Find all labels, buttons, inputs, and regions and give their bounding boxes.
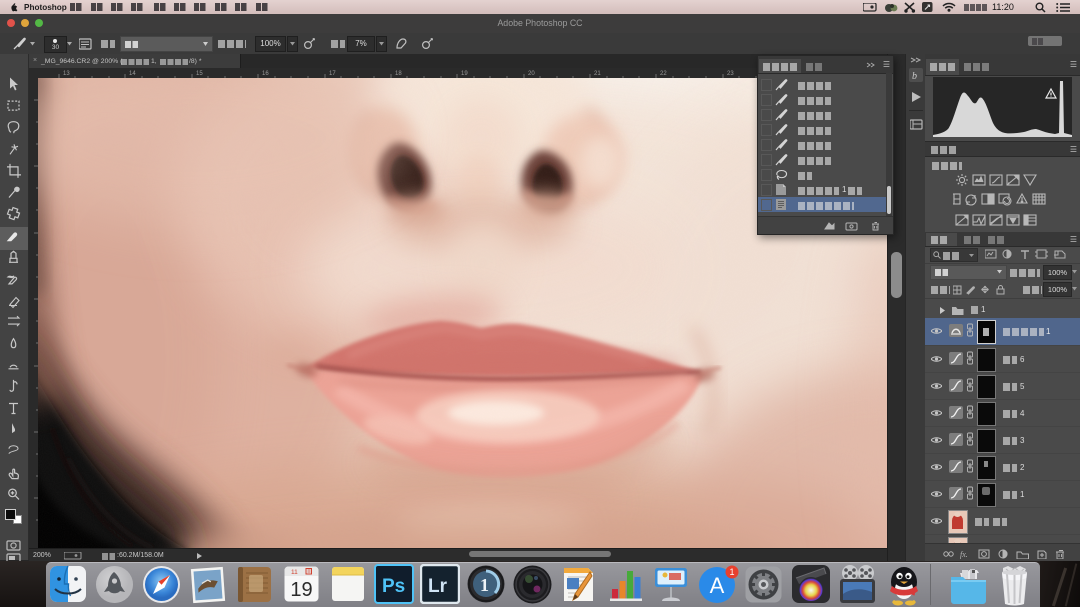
svg-text:13: 13 bbox=[63, 71, 70, 77]
svg-text:1: 1 bbox=[729, 567, 734, 577]
svg-text:Lr: Lr bbox=[428, 576, 448, 597]
svg-text:A: A bbox=[710, 573, 725, 598]
svg-text:17: 17 bbox=[329, 71, 336, 77]
svg-text:21: 21 bbox=[594, 71, 601, 77]
svg-text:Ps: Ps bbox=[382, 576, 405, 597]
svg-text:23: 23 bbox=[727, 71, 734, 77]
svg-text:19: 19 bbox=[290, 579, 312, 601]
svg-text:14: 14 bbox=[129, 71, 136, 77]
svg-text:1: 1 bbox=[480, 575, 489, 595]
svg-text:11: 11 bbox=[291, 569, 298, 576]
svg-text:18: 18 bbox=[395, 71, 402, 77]
svg-text:b: b bbox=[912, 71, 917, 82]
svg-text:15: 15 bbox=[196, 71, 203, 77]
svg-text:20: 20 bbox=[528, 71, 535, 77]
svg-text:22: 22 bbox=[660, 71, 667, 77]
svg-text:19: 19 bbox=[461, 71, 468, 77]
svg-text:fx.: fx. bbox=[960, 550, 968, 559]
svg-text:16: 16 bbox=[262, 71, 269, 77]
